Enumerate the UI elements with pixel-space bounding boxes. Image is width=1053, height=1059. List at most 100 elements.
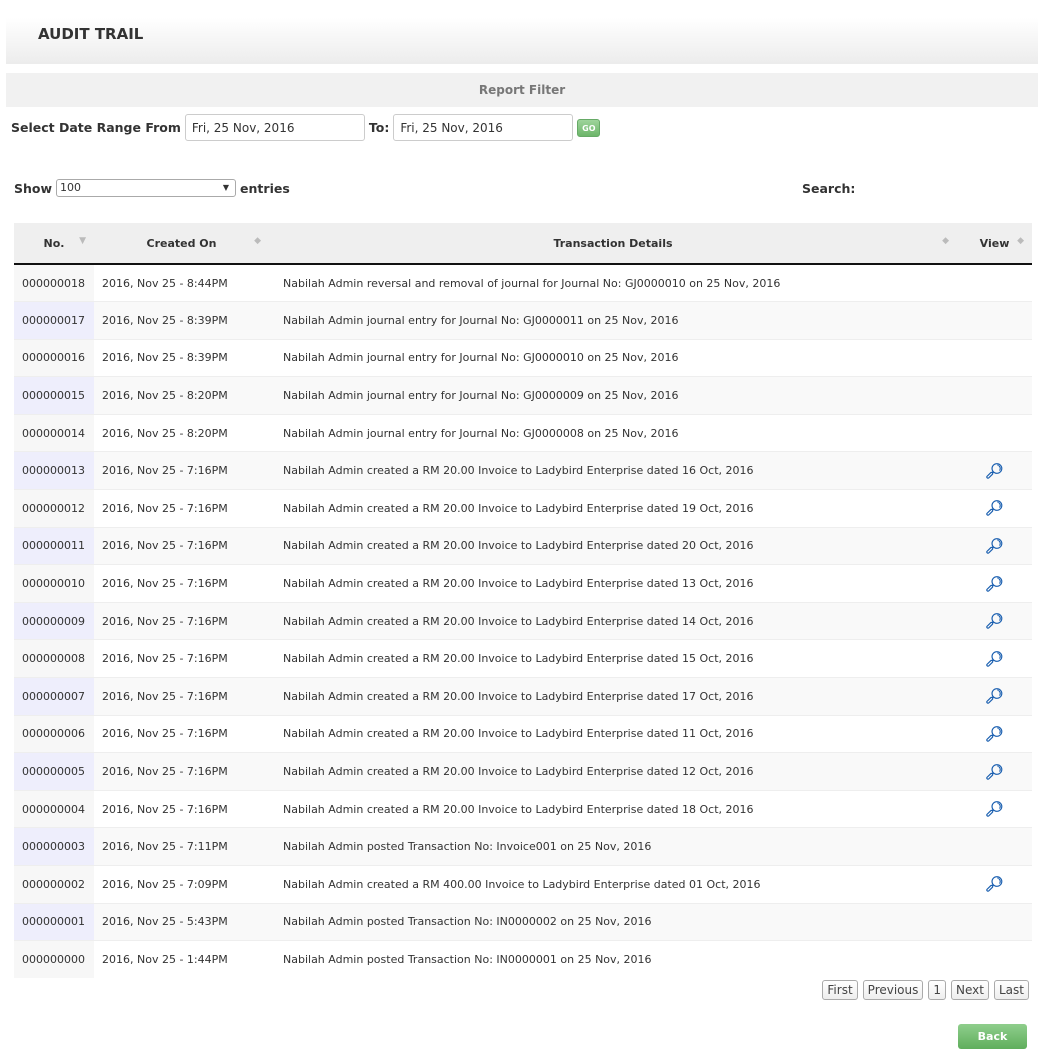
entries-select[interactable]: 100 ▼: [56, 179, 237, 197]
back-button[interactable]: Back: [958, 1024, 1027, 1049]
row-view: 🔍︎: [957, 564, 1032, 603]
row-view: [957, 376, 1032, 415]
row-no: 000000013: [14, 451, 94, 490]
show-label: Show: [14, 180, 53, 196]
row-details: Nabilah Admin created a RM 20.00 Invoice…: [269, 677, 957, 716]
table-row: 000000011 2016, Nov 25 - 7:16PM Nabilah …: [14, 526, 1032, 565]
row-no: 000000009: [14, 601, 94, 640]
sort-icon: ◆: [254, 236, 261, 246]
table-row: 000000002 2016, Nov 25 - 7:09PM Nabilah …: [14, 865, 1032, 904]
row-view: 🔍︎: [957, 865, 1032, 904]
table-row: 000000004 2016, Nov 25 - 7:16PM Nabilah …: [14, 789, 1032, 828]
page-button-next[interactable]: Next: [951, 980, 989, 1000]
row-view: 🔍︎: [957, 489, 1032, 528]
row-view: 🔍︎: [957, 789, 1032, 828]
row-view: [957, 263, 1032, 302]
row-created-on: 2016, Nov 25 - 7:16PM: [94, 677, 269, 716]
magnifier-icon[interactable]: 🔍︎: [985, 687, 1004, 705]
row-details: Nabilah Admin created a RM 20.00 Invoice…: [269, 451, 957, 490]
magnifier-icon[interactable]: 🔍︎: [985, 575, 1004, 593]
row-view: 🔍︎: [957, 677, 1032, 716]
sort-icon: ◆: [942, 236, 949, 246]
row-no: 000000002: [14, 865, 94, 904]
column-view[interactable]: View ◆: [957, 223, 1032, 265]
table-row: 000000013 2016, Nov 25 - 7:16PM Nabilah …: [14, 451, 1032, 490]
row-details: Nabilah Admin created a RM 20.00 Invoice…: [269, 714, 957, 753]
report-filter-heading: Report Filter: [6, 73, 1038, 107]
audit-table: No. ▼ Created On ◆ Transaction Details ◆ Vi…: [14, 223, 1032, 979]
page-button-first[interactable]: First: [822, 980, 858, 1000]
row-no: 000000012: [14, 489, 94, 528]
magnifier-icon[interactable]: 🔍︎: [985, 763, 1004, 781]
row-details: Nabilah Admin created a RM 20.00 Invoice…: [269, 639, 957, 678]
row-details: Nabilah Admin posted Transaction No: IN0…: [269, 940, 957, 979]
page-button-previous[interactable]: Previous: [862, 980, 924, 1000]
column-transaction-details[interactable]: Transaction Details ◆: [269, 223, 957, 265]
magnifier-icon[interactable]: 🔍︎: [985, 800, 1004, 818]
row-no: 000000015: [14, 376, 94, 415]
magnifier-icon[interactable]: 🔍︎: [985, 612, 1004, 630]
magnifier-icon[interactable]: 🔍︎: [985, 650, 1004, 668]
magnifier-icon[interactable]: 🔍︎: [985, 725, 1004, 743]
row-created-on: 2016, Nov 25 - 7:16PM: [94, 639, 269, 678]
to-label: To:: [368, 120, 390, 135]
col-label: View: [979, 236, 1010, 250]
row-created-on: 2016, Nov 25 - 8:20PM: [94, 413, 269, 452]
from-date-input[interactable]: [184, 114, 365, 141]
magnifier-icon[interactable]: 🔍︎: [985, 875, 1004, 893]
row-details: Nabilah Admin posted Transaction No: Inv…: [269, 827, 957, 866]
row-view: [957, 301, 1032, 340]
chevron-down-icon: ▼: [222, 183, 230, 192]
row-created-on: 2016, Nov 25 - 7:16PM: [94, 714, 269, 753]
row-no: 000000006: [14, 714, 94, 753]
page-title: AUDIT TRAIL: [38, 25, 144, 43]
table-row: 000000000 2016, Nov 25 - 1:44PM Nabilah …: [14, 940, 1032, 979]
page-button-1[interactable]: 1: [928, 980, 947, 1000]
table-row: 000000006 2016, Nov 25 - 7:16PM Nabilah …: [14, 714, 1032, 753]
row-created-on: 2016, Nov 25 - 7:09PM: [94, 865, 269, 904]
row-created-on: 2016, Nov 25 - 1:44PM: [94, 940, 269, 979]
row-view: [957, 940, 1032, 979]
to-date-input[interactable]: [393, 114, 574, 141]
row-created-on: 2016, Nov 25 - 7:16PM: [94, 564, 269, 603]
row-details: Nabilah Admin posted Transaction No: IN0…: [269, 902, 957, 941]
entries-label: entries: [240, 180, 290, 196]
entries-value: 100: [60, 181, 82, 194]
table-row: 000000009 2016, Nov 25 - 7:16PM Nabilah …: [14, 601, 1032, 640]
sort-desc-icon: ▼: [79, 236, 86, 246]
column-created-on[interactable]: Created On ◆: [94, 223, 269, 265]
row-no: 000000018: [14, 263, 94, 302]
table-row: 000000007 2016, Nov 25 - 7:16PM Nabilah …: [14, 677, 1032, 716]
row-view: 🔍︎: [957, 639, 1032, 678]
table-row: 000000010 2016, Nov 25 - 7:16PM Nabilah …: [14, 564, 1032, 603]
search-label: Search:: [802, 181, 856, 196]
row-view: 🔍︎: [957, 451, 1032, 490]
row-view: [957, 827, 1032, 866]
magnifier-icon[interactable]: 🔍︎: [985, 499, 1004, 517]
row-created-on: 2016, Nov 25 - 5:43PM: [94, 902, 269, 941]
magnifier-icon[interactable]: 🔍︎: [985, 537, 1004, 555]
table-row: 000000015 2016, Nov 25 - 8:20PM Nabilah …: [14, 376, 1032, 415]
row-details: Nabilah Admin journal entry for Journal …: [269, 301, 957, 340]
row-created-on: 2016, Nov 25 - 8:39PM: [94, 301, 269, 340]
row-created-on: 2016, Nov 25 - 7:16PM: [94, 601, 269, 640]
row-created-on: 2016, Nov 25 - 7:16PM: [94, 526, 269, 565]
go-button[interactable]: GO: [577, 118, 601, 137]
row-created-on: 2016, Nov 25 - 7:16PM: [94, 451, 269, 490]
row-created-on: 2016, Nov 25 - 8:39PM: [94, 338, 269, 377]
row-created-on: 2016, Nov 25 - 7:11PM: [94, 827, 269, 866]
magnifier-icon[interactable]: 🔍︎: [985, 462, 1004, 480]
row-no: 000000003: [14, 827, 94, 866]
table-row: 000000012 2016, Nov 25 - 7:16PM Nabilah …: [14, 489, 1032, 528]
row-created-on: 2016, Nov 25 - 8:44PM: [94, 263, 269, 302]
table-row: 000000005 2016, Nov 25 - 7:16PM Nabilah …: [14, 752, 1032, 791]
row-view: 🔍︎: [957, 714, 1032, 753]
pagination: First Previous 1 Next Last: [822, 980, 1029, 1000]
column-no[interactable]: No. ▼: [14, 223, 94, 265]
row-details: Nabilah Admin created a RM 20.00 Invoice…: [269, 564, 957, 603]
row-view: [957, 902, 1032, 941]
row-view: [957, 413, 1032, 452]
row-details: Nabilah Admin journal entry for Journal …: [269, 376, 957, 415]
page-button-last[interactable]: Last: [994, 980, 1029, 1000]
row-view: [957, 338, 1032, 377]
